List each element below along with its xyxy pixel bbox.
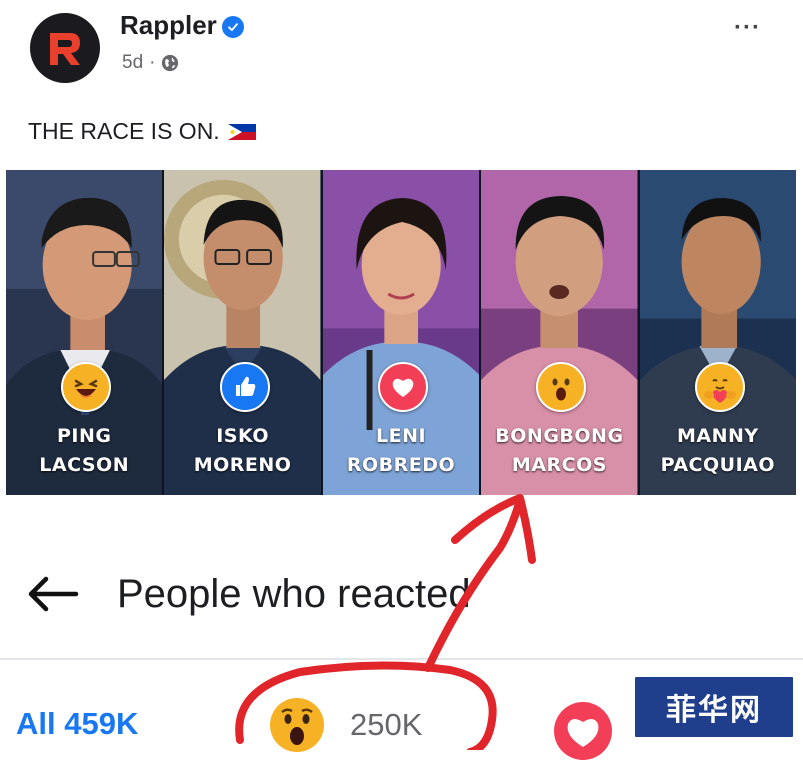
post-time[interactable]: 5d (122, 52, 143, 74)
candidate-name: BONGBONG MARCOS (495, 425, 624, 476)
like-reaction-icon (219, 362, 270, 412)
post-image-candidates[interactable]: PING LACSON ISKO MORENO LENI ROBREDO BON… (6, 170, 796, 495)
haha-reaction-icon (61, 362, 112, 412)
candidate-lacson: PING LACSON (6, 170, 165, 495)
wow-reaction-icon (536, 362, 587, 412)
globe-icon (162, 54, 179, 72)
candidate-moreno: ISKO MORENO (164, 170, 323, 495)
more-options-button[interactable]: ··· (734, 14, 761, 42)
rappler-avatar[interactable] (30, 13, 100, 83)
candidate-robredo: LENI ROBREDO (322, 170, 482, 495)
candidate-pacquiao: MANNY PACQUIAO (639, 170, 796, 495)
watermark-logo: 菲华网 (632, 674, 796, 740)
heart-reaction-icon (378, 362, 429, 412)
wow-icon (270, 698, 324, 752)
tab-all-reactions[interactable]: All 459K (16, 706, 138, 742)
reactions-header: People who reacted (0, 560, 803, 630)
tab-love-reactions[interactable] (552, 700, 614, 767)
reactions-title: People who reacted (117, 572, 471, 616)
care-reaction-icon (694, 362, 745, 412)
candidate-name: ISKO MORENO (193, 425, 292, 476)
heart-icon (554, 702, 612, 760)
post-meta: 5d · (122, 52, 179, 74)
tab-wow-reactions[interactable]: 250K (268, 696, 422, 754)
candidate-name: MANNY PACQUIAO (660, 425, 775, 476)
philippines-flag-icon (227, 123, 256, 140)
post-caption: THE RACE IS ON. (28, 118, 256, 145)
meta-separator: · (149, 52, 156, 73)
verified-badge-icon (222, 16, 244, 38)
divider (0, 658, 803, 660)
candidate-name: LENI ROBREDO (346, 425, 456, 476)
wow-count: 250K (350, 707, 423, 742)
candidate-marcos: BONGBONG MARCOS (481, 170, 640, 495)
rappler-logo-icon (50, 33, 80, 65)
post-header: Rappler 5d · ··· (0, 0, 803, 110)
page-name[interactable]: Rappler (120, 10, 217, 41)
back-arrow-icon[interactable] (26, 574, 80, 614)
candidate-name: PING LACSON (39, 425, 130, 476)
caption-text: THE RACE IS ON. (28, 118, 220, 144)
